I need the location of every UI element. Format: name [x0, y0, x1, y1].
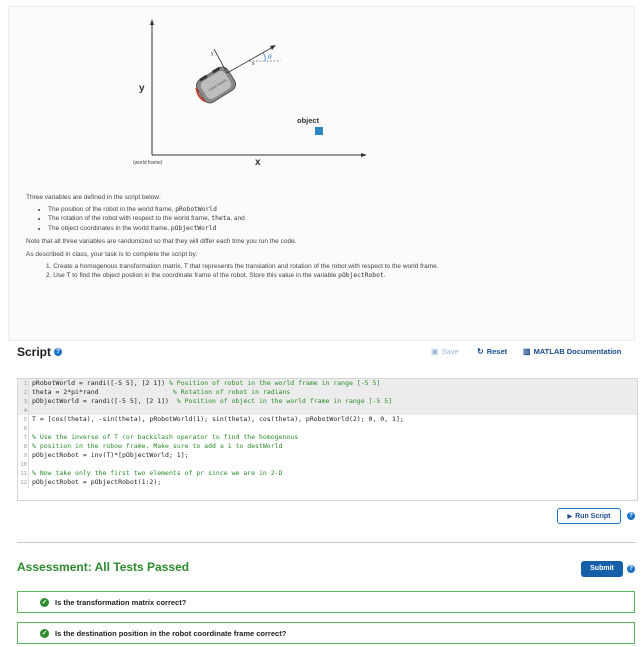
variable-item: The object coordinates in the world fram… [48, 224, 636, 233]
section-divider [17, 542, 636, 543]
world-frame-label: (world frame) [133, 160, 163, 166]
question-circle-icon[interactable]: ? [54, 347, 63, 356]
robot-x-axis [226, 46, 274, 74]
code-line[interactable]: 4 [18, 406, 637, 416]
robot-y-label: y [211, 51, 214, 57]
code-line[interactable]: 5T = [cos(theta), -sin(theta), pRobotWor… [18, 415, 637, 425]
code-comment: % Rotation of robot in radians [172, 388, 291, 396]
code-line[interactable]: 8% position in the robow frame. Make sur… [18, 442, 637, 452]
world-x-arrow [361, 153, 367, 157]
object-marker [315, 127, 323, 135]
reset-button[interactable]: ↻ Reset [477, 347, 507, 356]
refresh-icon: ↻ [477, 347, 484, 356]
intro-paragraph-1: Three variables are defined in the scrip… [26, 194, 161, 201]
code-line[interactable]: 1 pRobotWorld = randi([-5 5], [2 1]) % Po… [18, 379, 637, 389]
question-circle-icon[interactable]: ? [627, 512, 635, 520]
code-line[interactable]: 11% Now take only the first two elements… [18, 469, 637, 479]
world-x-label: x [255, 157, 261, 168]
theta-arc [262, 52, 266, 62]
code-line[interactable]: 6 [18, 424, 637, 434]
code-text: pObjectRobot = inv(T)*[pObjectWorld; 1]; [32, 451, 189, 459]
code-line[interactable]: 9 pObjectRobot = inv(T)*[pObjectWorld; 1]… [18, 451, 637, 461]
save-button[interactable]: ▣ Save [431, 347, 459, 356]
question-circle-icon[interactable]: ? [627, 565, 635, 573]
code-text: pObjectWorld = randi([-5 5], [2 1]) [32, 397, 177, 405]
test-result-row[interactable]: ✓ Is the destination position in the rob… [17, 622, 635, 644]
variable-item: The rotation of the robot with respect t… [48, 214, 636, 223]
book-icon: ▥ [523, 347, 531, 356]
play-icon: ▶ [567, 513, 573, 520]
code-text: T = [cos(theta), -sin(theta), pRobotWorl… [32, 415, 404, 423]
floppy-disk-icon: ▣ [431, 347, 439, 356]
code-text: pRobotWorld = randi([-5 5], [2 1]) [32, 379, 169, 387]
task-steps: 1. Create a homogenous transformation ma… [26, 262, 636, 280]
task-step: 1. Create a homogenous transformation ma… [46, 263, 439, 271]
world-y-arrow [150, 19, 154, 25]
theta-label: θ [268, 54, 272, 61]
robot-icon: (robot frame) [195, 66, 237, 104]
code-line[interactable]: 7% Use the inverse of T (or backslash op… [18, 433, 637, 443]
robot-x-arrow [270, 45, 276, 50]
code-editor[interactable]: 1 pRobotWorld = randi([-5 5], [2 1]) % Po… [17, 378, 638, 501]
code-line[interactable]: 3 pObjectWorld = randi([-5 5], [2 1]) % P… [18, 397, 637, 407]
variable-list: The position of the robot in the world f… [26, 205, 636, 233]
intro-paragraph-3: As described in class, your task is to c… [26, 251, 198, 259]
object-label: object [297, 116, 320, 125]
code-comment: % position in the robow frame. Make sure… [32, 442, 283, 450]
code-text: theta = 2*pi*rand [32, 388, 173, 396]
assessment-heading: Assessment: All Tests Passed [17, 560, 190, 574]
code-comment: % Use the inverse of T (or backslash ope… [32, 433, 299, 441]
problem-description-panel: y x (world frame) (robot frame) y x θ ob… [8, 6, 635, 341]
code-text: pObjectRobot = pObjectRobot(1:2); [32, 478, 162, 486]
task-description: Three variables are defined in the scrip… [26, 193, 636, 281]
code-comment: % Position of robot in the world frame i… [168, 379, 381, 387]
variable-item: The position of the robot in the world f… [48, 205, 636, 214]
test-result-row[interactable]: ✓ Is the transformation matrix correct? [17, 591, 635, 613]
script-heading: Script? [17, 345, 63, 359]
task-step: 2. Use T to find the object postion in t… [46, 272, 386, 280]
line-number: 12 [18, 479, 29, 488]
world-y-label: y [139, 83, 145, 94]
code-line[interactable]: 10 [18, 460, 637, 470]
code-line[interactable]: 12 pObjectRobot = pObjectRobot(1:2); [18, 478, 637, 488]
matlab-documentation-button[interactable]: ▥ MATLAB Documentation [523, 347, 621, 356]
code-comment: % Now take only the first two elements o… [32, 469, 283, 477]
run-script-button[interactable]: ▶ Run Script [557, 508, 621, 524]
robot-x-label: x [252, 61, 255, 67]
check-circle-icon: ✓ [40, 597, 49, 607]
code-comment: % Position of object in the world frame … [176, 397, 393, 405]
submit-button[interactable]: Submit [581, 561, 623, 577]
intro-paragraph-2: Note that all three variables are random… [26, 237, 297, 245]
check-circle-icon: ✓ [40, 628, 49, 638]
robot-frame-diagram: y x (world frame) (robot frame) y x θ ob… [133, 19, 367, 168]
code-line[interactable]: 2 theta = 2*pi*rand % Rotation of robot i… [18, 388, 637, 398]
